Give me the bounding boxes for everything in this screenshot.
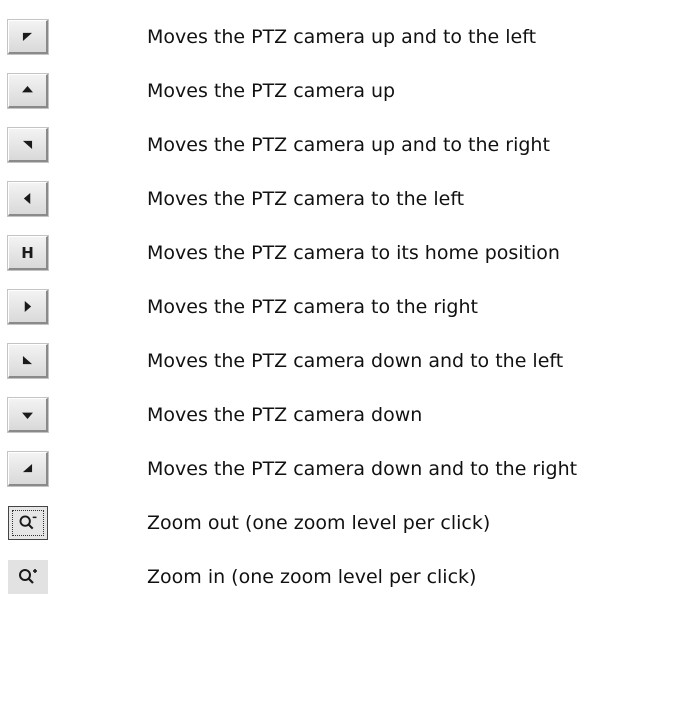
legend-row-down-left: Moves the PTZ camera down and to the lef… <box>0 344 695 384</box>
legend-row-right: Moves the PTZ camera to the right <box>0 290 695 330</box>
legend-row-down-right: Moves the PTZ camera down and to the rig… <box>0 452 695 492</box>
legend-row-left: Moves the PTZ camera to the left <box>0 182 695 222</box>
pan-down-left-button[interactable] <box>8 344 48 378</box>
zoom-out-icon <box>19 515 37 530</box>
home-icon: H <box>21 243 34 262</box>
legend-row-up-right: Moves the PTZ camera up and to the right <box>0 128 695 168</box>
legend-description: Moves the PTZ camera down <box>147 404 423 426</box>
legend-row-down: Moves the PTZ camera down <box>0 398 695 438</box>
legend-description: Zoom in (one zoom level per click) <box>147 566 477 588</box>
home-button[interactable]: H <box>8 236 48 270</box>
pan-up-right-icon <box>22 140 33 150</box>
zoom-in-icon <box>19 569 37 584</box>
legend-description: Moves the PTZ camera to the right <box>147 296 478 318</box>
pan-up-left-button[interactable] <box>8 20 48 54</box>
legend-description: Moves the PTZ camera up and to the right <box>147 134 550 156</box>
pan-up-icon <box>22 85 33 93</box>
pan-down-right-button[interactable] <box>8 452 48 486</box>
pan-right-icon <box>24 301 32 312</box>
pan-down-icon <box>22 412 33 420</box>
legend-description: Moves the PTZ camera down and to the rig… <box>147 458 578 480</box>
legend-description: Zoom out (one zoom level per click) <box>147 512 491 534</box>
legend-description: Moves the PTZ camera down and to the lef… <box>147 350 564 372</box>
legend-description: Moves the PTZ camera up <box>147 80 396 102</box>
legend-row-zoom-out: Zoom out (one zoom level per click) <box>0 506 695 546</box>
zoom-in-button[interactable] <box>8 560 48 594</box>
legend-row-up: Moves the PTZ camera up <box>0 74 695 114</box>
legend-description: Moves the PTZ camera to the left <box>147 188 465 210</box>
legend-description: Moves the PTZ camera up and to the left <box>147 26 537 48</box>
zoom-out-button[interactable] <box>8 506 48 540</box>
pan-up-right-button[interactable] <box>8 128 48 162</box>
legend-description: Moves the PTZ camera to its home positio… <box>147 242 560 264</box>
legend-row-zoom-in: Zoom in (one zoom level per click) <box>0 560 695 600</box>
legend-row-up-left: Moves the PTZ camera up and to the left <box>0 20 695 60</box>
pan-down-button[interactable] <box>8 398 48 432</box>
pan-right-button[interactable] <box>8 290 48 324</box>
pan-down-left-icon <box>22 355 33 365</box>
pan-left-button[interactable] <box>8 182 48 216</box>
pan-up-left-icon <box>22 32 33 42</box>
legend-row-home: H Moves the PTZ camera to its home posit… <box>0 236 695 276</box>
pan-left-icon <box>23 193 31 204</box>
pan-up-button[interactable] <box>8 74 48 108</box>
pan-down-right-icon <box>22 463 33 473</box>
